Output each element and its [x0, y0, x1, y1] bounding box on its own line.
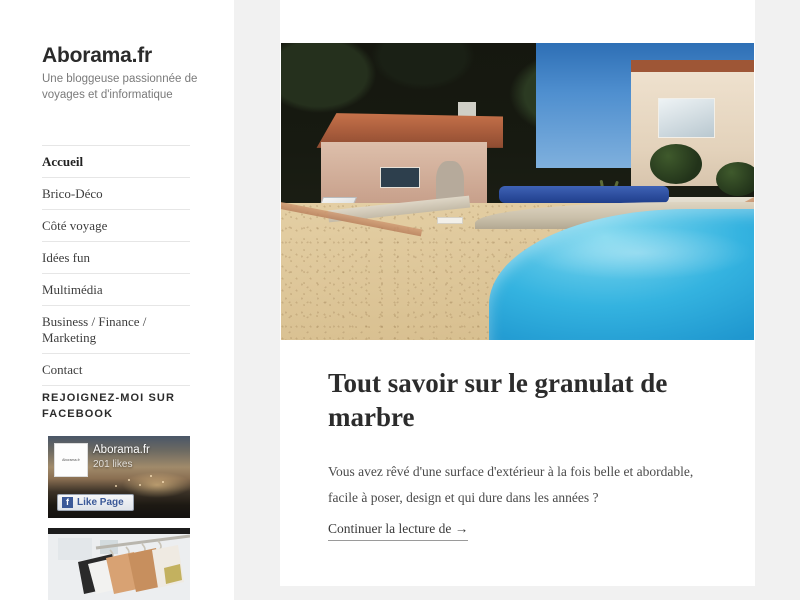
article-excerpt: Vous avez rêvé d'une surface d'extérieur… [328, 464, 694, 505]
sidebar-thumbnail-clothes[interactable] [48, 528, 190, 600]
pool-cover-roller [498, 185, 669, 204]
sidebar: Aborama.fr Une bloggeuse passionnée de v… [0, 0, 234, 600]
facebook-profile-label: Aborama.fr [62, 458, 80, 462]
nav-item-idees-fun[interactable]: Idées fun [42, 241, 190, 273]
page-root: Aborama.fr Une bloggeuse passionnée de v… [0, 0, 800, 600]
deck-drain-grate [437, 217, 464, 225]
cover-speck [114, 485, 117, 488]
primary-navigation: Accueil Brico-Déco Côté voyage Idées fun… [42, 145, 190, 386]
article-title[interactable]: Tout savoir sur le granulat de marbre [328, 366, 708, 434]
facebook-like-button[interactable]: f Like Page [57, 494, 134, 511]
nav-item-business-finance-marketing[interactable]: Business / Finance / Marketing [42, 305, 190, 353]
arrow-right-icon: → [454, 521, 469, 536]
facebook-f-icon: f [62, 497, 73, 508]
continue-reading-label: Continuer la lecture de [328, 521, 452, 536]
site-description: Une bloggeuse passionnée de voyages et d… [42, 73, 198, 101]
nav-item-brico-deco[interactable]: Brico-Déco [42, 177, 190, 209]
house-window [380, 166, 420, 188]
nav-item-cote-voyage[interactable]: Côté voyage [42, 209, 190, 241]
nav-item-multimedia[interactable]: Multimédia [42, 273, 190, 305]
clothes-rack-icon [48, 528, 190, 600]
shrub [716, 161, 754, 196]
villa-window [658, 97, 715, 139]
facebook-page-name: Aborama.fr [93, 444, 150, 456]
water-shimmer [522, 225, 754, 281]
facebook-widget-title: Rejoignez-moi sur Facebook [42, 392, 175, 420]
facebook-like-count: 201 likes [93, 459, 133, 470]
nav-item-contact[interactable]: Contact [42, 353, 190, 386]
cover-speck [127, 478, 130, 481]
article-hero-image[interactable] [281, 43, 754, 340]
cover-speck [138, 483, 141, 486]
facebook-page-widget[interactable]: Aborama.fr Aborama.fr 201 likes f Like P… [48, 436, 190, 518]
facebook-profile-avatar: Aborama.fr [54, 443, 88, 477]
facebook-like-button-label: Like Page [77, 497, 124, 508]
nav-item-accueil[interactable]: Accueil [42, 145, 190, 177]
cover-speck [161, 481, 164, 484]
villa-roofline [631, 59, 754, 72]
swimming-pool [489, 209, 754, 340]
main-content-card: Tout savoir sur le granulat de marbre Vo… [280, 0, 755, 586]
continue-reading-link[interactable]: Continuer la lecture de → [328, 521, 469, 541]
site-title[interactable]: Aborama.fr [42, 44, 152, 68]
